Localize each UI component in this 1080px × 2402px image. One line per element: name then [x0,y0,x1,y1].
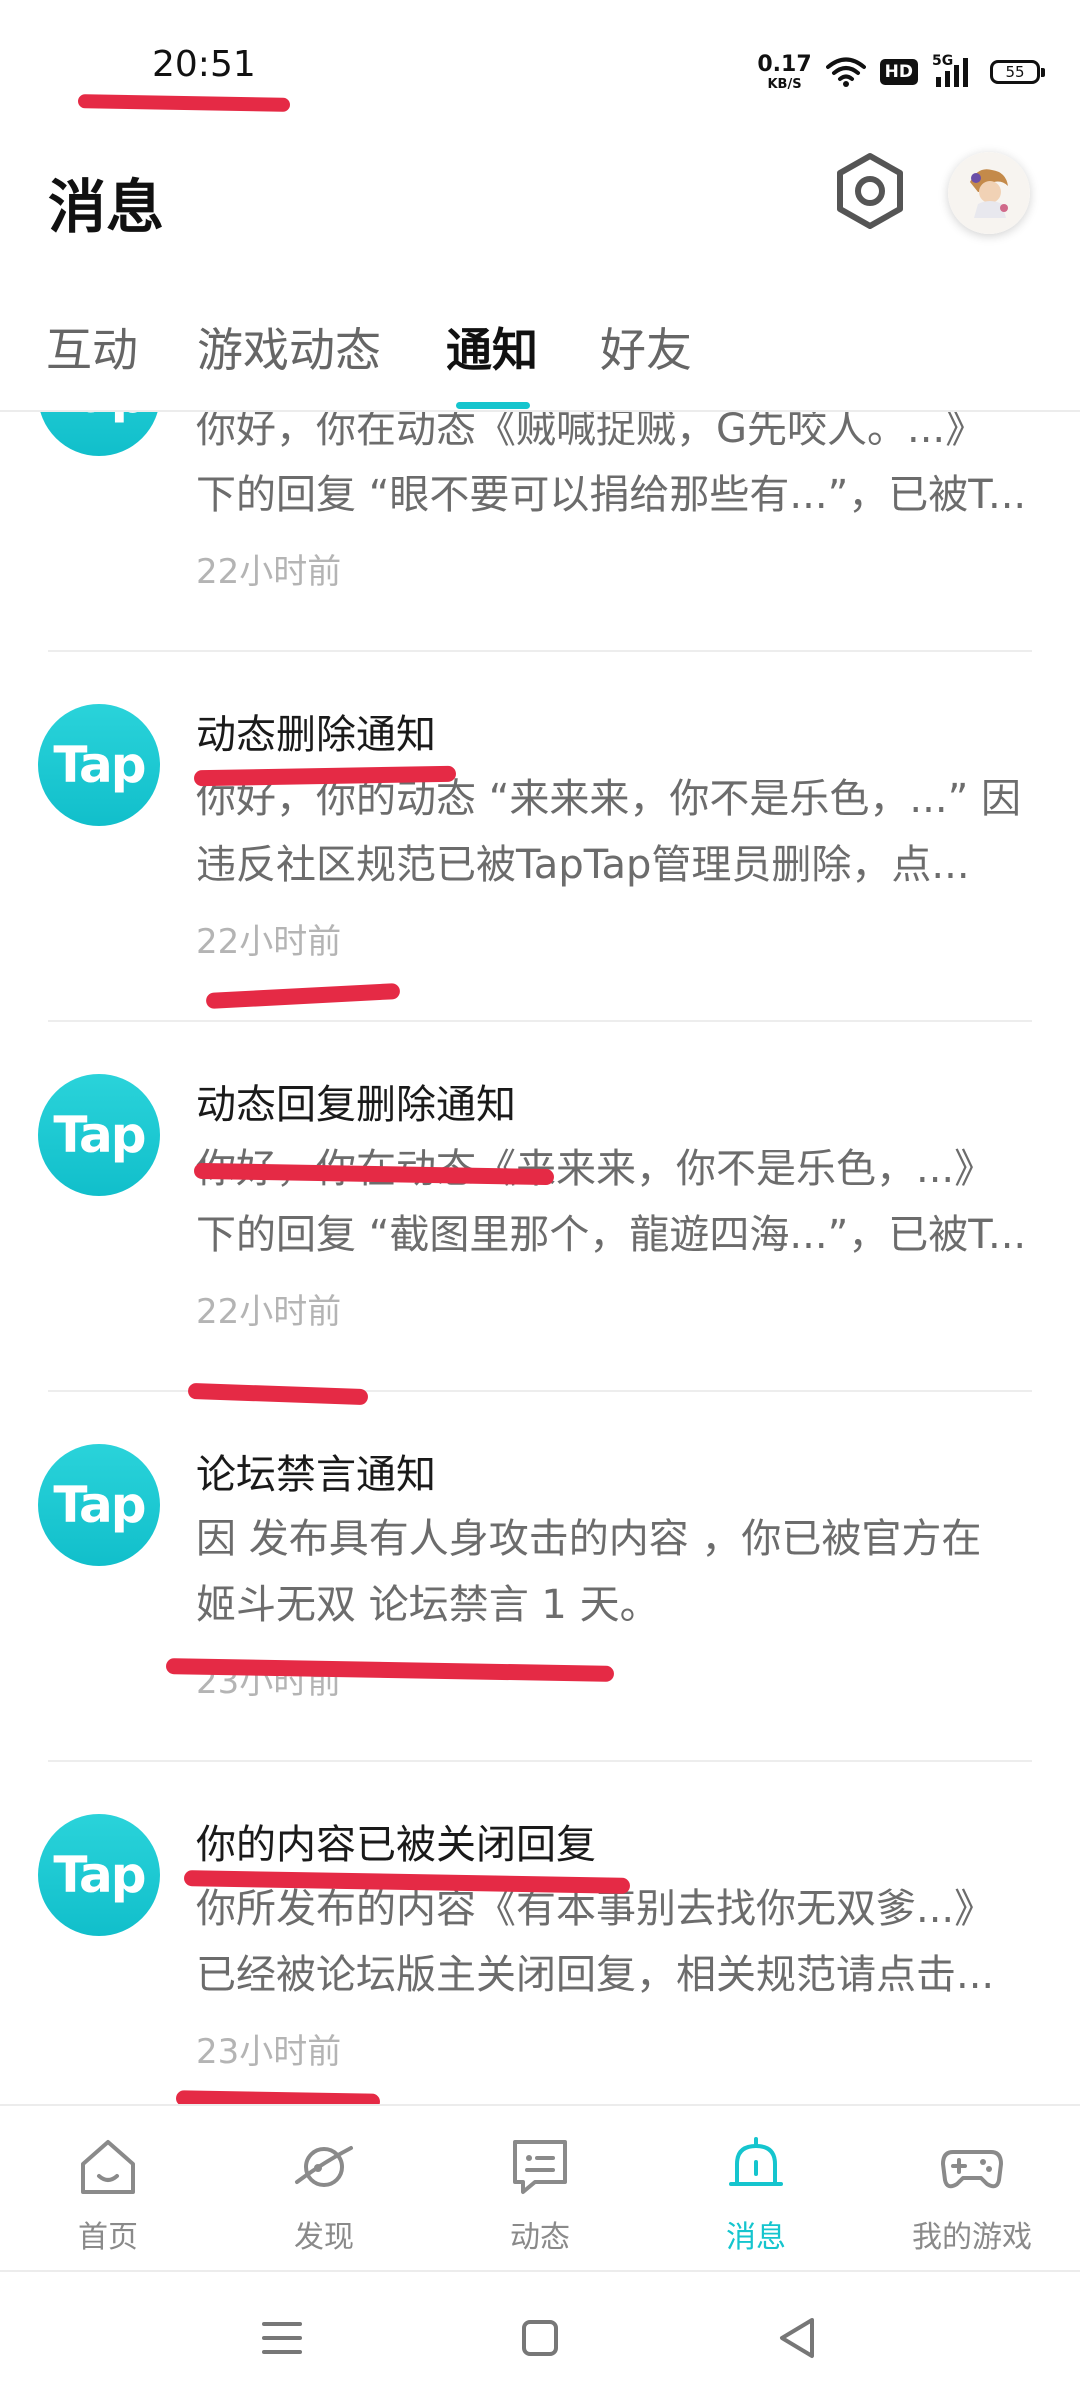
status-time: 20:51 [152,44,256,85]
taptap-logo-icon: Tap [38,1444,160,1566]
notification-body-line: 姬斗无双 论坛禁言 1 天。 [196,1582,660,1628]
nav-home[interactable]: 首页 [0,2106,216,2270]
tab-friends[interactable]: 好友 [600,314,692,380]
notification-time: 23小时前 [196,2032,342,2072]
taptap-logo-icon: Tap [38,412,160,456]
notification-body-line: 因 发布具有人身攻击的内容 ，你已被官方在 [196,1516,982,1562]
notification-body: 你好，你在动态《贼喊捉贼，G先咬人。...》 下的回复 “眼不要可以捐给那些有.… [196,412,1036,528]
back-triangle-icon[interactable] [768,2308,828,2368]
notification-item[interactable]: Tap 动态删除通知 你好，你的动态 “来来来，你不是乐色，...” 因 违反社… [0,652,1080,1022]
tab-bar: 互动 游戏动态 通知 好友 [0,290,1080,412]
notification-body-line: 下的回复 “截图里那个，龍遊四海...”，已被T... [196,1212,1027,1258]
hd-badge: HD [879,59,918,85]
bell-icon [729,2137,783,2186]
nav-label: 首页 [78,2220,138,2255]
gamepad-icon [941,2150,1003,2189]
notification-item[interactable]: Tap 论坛禁言通知 因 发布具有人身攻击的内容 ，你已被官方在 姬斗无双 论坛… [0,1392,1080,1762]
net-speed-value: 0.17 [757,51,812,77]
app-header: 消息 [0,140,1080,260]
page-title: 消息 [48,173,165,241]
notification-title: 动态删除通知 [196,712,436,758]
nav-label: 消息 [726,2220,786,2255]
notification-title: 动态回复删除通知 [196,1082,516,1128]
wifi-icon [825,57,866,87]
home-square-icon[interactable] [510,2308,570,2368]
tab-game-news[interactable]: 游戏动态 [197,314,381,380]
notification-body: 你好，你的动态 “来来来，你不是乐色，...” 因 违反社区规范已被TapTap… [196,766,1036,898]
nav-label: 动态 [510,2220,570,2255]
planet-icon [295,2146,353,2187]
status-bar: 20:51 0.17 KB/S HD 5G 55 [0,0,1080,140]
notification-body: 你好，你在动态《来来来，你不是乐色，...》 下的回复 “截图里那个，龍遊四海.… [196,1136,1036,1268]
avatar-image [948,152,1030,234]
notification-time: 22小时前 [196,552,342,592]
notification-time: 22小时前 [196,1292,342,1332]
taptap-logo-icon: Tap [38,1814,160,1936]
signal-icon: 5G [932,53,976,89]
status-icons: 0.17 KB/S HD 5G 55 [757,50,1045,94]
notification-body-line: 已经被论坛版主关闭回复，相关规范请点击... [196,1952,995,1998]
notification-item[interactable]: Tap 动态回复删除通知 你好，你在动态《来来来，你不是乐色，...》 下的回复… [0,1022,1080,1392]
tab-active-indicator [456,402,530,409]
notification-item[interactable]: Tap 你好，你在动态《贼喊捉贼，G先咬人。...》 下的回复 “眼不要可以捐给… [0,412,1080,652]
notification-body-line: 你好，你在动态《贼喊捉贼，G先咬人。...》 [196,412,986,452]
chat-icon [513,2140,567,2194]
net-speed: 0.17 KB/S [757,51,812,92]
tab-interaction[interactable]: 互动 [46,314,138,380]
nav-label: 我的游戏 [912,2220,1032,2255]
notification-list[interactable]: Tap 你好，你在动态《贼喊捉贼，G先咬人。...》 下的回复 “眼不要可以捐给… [0,412,1080,2104]
menu-icon[interactable] [252,2308,312,2368]
nav-my-games[interactable]: 我的游戏 [864,2106,1080,2270]
home-icon [81,2140,135,2194]
gear-icon [837,153,903,229]
notification-item[interactable]: Tap 你的内容已被关闭回复 你所发布的内容《有本事别去找你无双爹...》 已经… [0,1762,1080,2104]
nav-moments[interactable]: 动态 [432,2106,648,2270]
nav-label: 发现 [294,2220,354,2255]
tab-notifications[interactable]: 通知 [446,314,538,380]
settings-button[interactable] [830,150,910,234]
notification-time: 22小时前 [196,922,342,962]
bottom-nav: 首页 发现 动态 消息 我的游戏 [0,2104,1080,2270]
taptap-logo-icon: Tap [38,1074,160,1196]
notification-body: 你所发布的内容《有本事别去找你无双爹...》 已经被论坛版主关闭回复，相关规范请… [196,1876,1036,2008]
battery-icon: 55 [990,60,1045,84]
notification-body-line: 下的回复 “眼不要可以捐给那些有...”，已被T... [196,472,1027,518]
net-speed-unit: KB/S [767,76,802,92]
taptap-logo-icon: Tap [38,704,160,826]
notification-body: 因 发布具有人身攻击的内容 ，你已被官方在 姬斗无双 论坛禁言 1 天。 [196,1506,1036,1638]
battery-level: 55 [1005,63,1025,81]
notification-title: 论坛禁言通知 [196,1452,436,1498]
nav-messages[interactable]: 消息 [648,2106,864,2270]
system-nav-bar [0,2270,1080,2402]
notification-title: 你的内容已被关闭回复 [196,1822,596,1868]
nav-discover[interactable]: 发现 [216,2106,432,2270]
notification-body-line: 违反社区规范已被TapTap管理员删除，点... [196,842,970,888]
avatar[interactable] [948,152,1030,234]
